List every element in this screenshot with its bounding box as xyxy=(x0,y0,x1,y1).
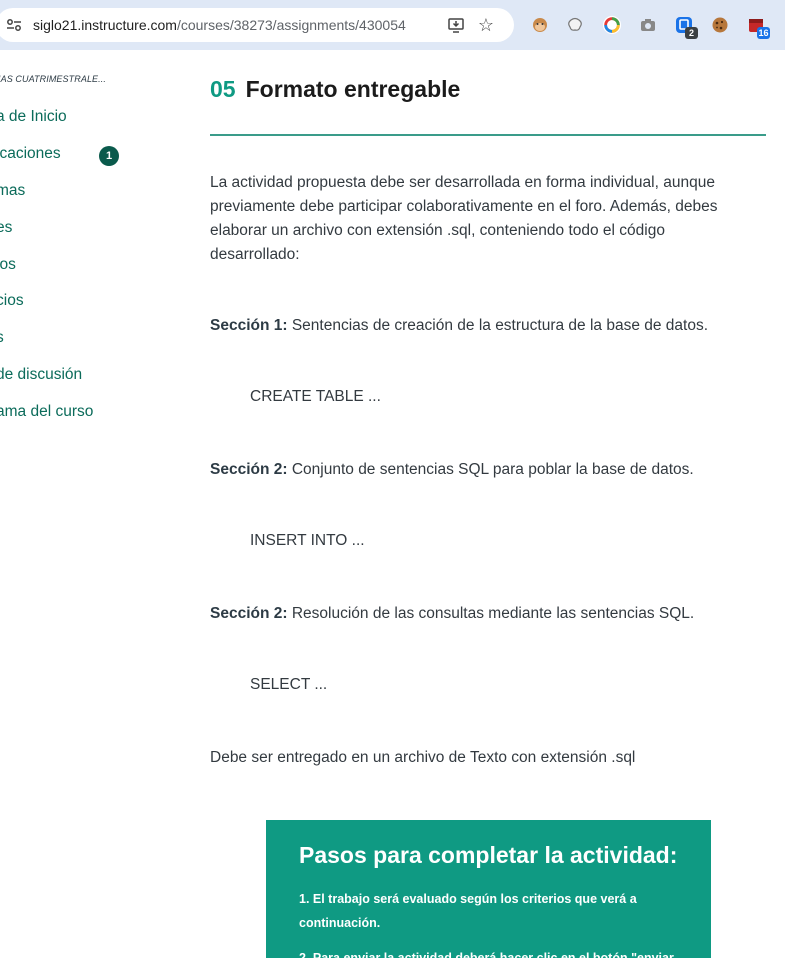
nav-item-topics[interactable]: mas xyxy=(0,182,25,200)
code-example: CREATE TABLE ... xyxy=(250,388,381,405)
unread-count-badge: 1 xyxy=(99,146,119,166)
intro-paragraph: La actividad propuesta debe ser desarrol… xyxy=(210,174,718,263)
nav-item-discussions[interactable]: de discusión xyxy=(0,366,82,384)
bookmark-star-icon[interactable]: ☆ xyxy=(476,15,496,35)
section-text: Resolución de las consultas mediante las… xyxy=(287,605,695,622)
nav-item-syllabus[interactable]: ama del curso xyxy=(0,403,93,421)
nav-item-home[interactable]: a de Inicio xyxy=(0,108,67,126)
nav-item-grades[interactable]: s xyxy=(0,329,4,347)
color-wheel-icon[interactable] xyxy=(602,15,622,35)
section-label: Sección 2: xyxy=(210,461,288,478)
section-description: Sección 2: Resolución de las consultas m… xyxy=(210,602,694,626)
section-text: Conjunto de sentencias SQL para poblar l… xyxy=(287,461,694,478)
camera-icon[interactable] xyxy=(638,15,658,35)
url-path: /courses/38273/assignments/430054 xyxy=(176,17,406,33)
section-label: Sección 2: xyxy=(210,605,288,622)
section-text: Sentencias de creación de la estructura … xyxy=(287,317,709,334)
extension-badge: 16 xyxy=(757,27,770,39)
url-text[interactable]: siglo21.instructure.com/courses/38273/as… xyxy=(33,17,406,33)
course-title: IAS CUATRIMESTRALE... xyxy=(0,74,106,84)
calendar-icon[interactable]: 16 xyxy=(746,15,770,39)
step-item: 1. El trabajo será evaluado según los cr… xyxy=(299,892,637,930)
section-divider xyxy=(210,134,766,136)
section-number: 05 xyxy=(210,76,236,102)
steps-title: Pasos para completar la actividad: xyxy=(299,842,678,868)
section-heading: 05 Formato entregable xyxy=(210,76,460,103)
step-item: 2. Para enviar la actividad deberá hacer… xyxy=(299,951,674,958)
nav-item-announcements[interactable]: icaciones xyxy=(0,145,61,163)
code-example: INSERT INTO ... xyxy=(250,532,365,549)
address-bar[interactable]: siglo21.instructure.com/courses/38273/as… xyxy=(0,8,514,42)
extension-badge: 2 xyxy=(685,27,698,39)
brain-icon[interactable] xyxy=(565,15,585,35)
monkey-face-icon[interactable] xyxy=(530,15,550,35)
section-description: Sección 1: Sentencias de creación de la … xyxy=(210,314,708,338)
nav-item-files[interactable]: es xyxy=(0,219,12,237)
tab-badge-icon[interactable]: 2 xyxy=(674,15,698,39)
course-navigation: IAS CUATRIMESTRALE... a de Inicio icacio… xyxy=(0,50,190,958)
code-example: SELECT ... xyxy=(250,676,328,693)
install-app-icon[interactable] xyxy=(446,15,466,35)
url-domain: siglo21.instructure.com xyxy=(33,17,177,33)
cookie-icon[interactable] xyxy=(710,15,730,35)
site-settings-icon[interactable] xyxy=(6,17,22,33)
browser-toolbar: siglo21.instructure.com/courses/38273/as… xyxy=(0,0,785,50)
delivery-note: Debe ser entregado en un archivo de Text… xyxy=(210,749,636,766)
steps-box: Pasos para completar la actividad: 1. El… xyxy=(266,820,711,958)
nav-item-modules[interactable]: los xyxy=(0,256,16,274)
section-label: Sección 1: xyxy=(210,317,288,334)
section-description: Sección 2: Conjunto de sentencias SQL pa… xyxy=(210,458,694,482)
nav-item-exercises[interactable]: cios xyxy=(0,292,24,310)
section-title: Formato entregable xyxy=(245,76,461,102)
